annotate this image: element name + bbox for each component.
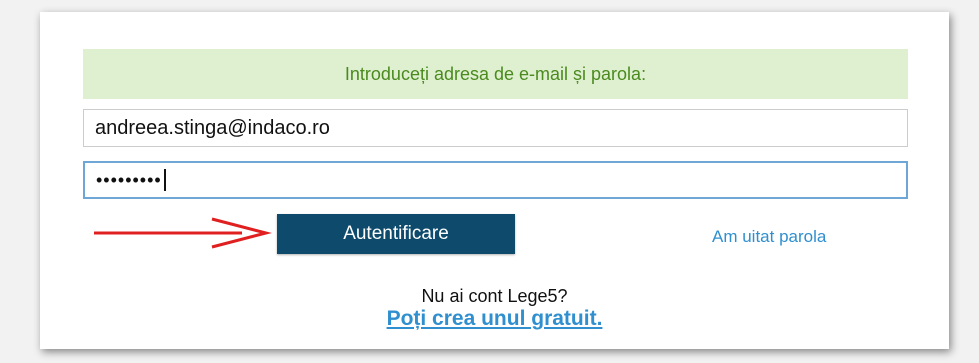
email-field[interactable]: andreea.stinga@indaco.ro [83,109,908,147]
instruction-text: Introduceți adresa de e-mail și parola: [344,63,647,84]
create-account-link[interactable]: Poți crea unul gratuit. [40,307,949,331]
login-button[interactable]: Autentificare [277,214,515,254]
no-account-text: Nu ai cont Lege5? [421,286,568,306]
right-arrow-icon [94,217,272,249]
login-button-label: Autentificare [343,223,449,244]
text-caret [163,169,166,191]
screenshot-stage: Introduceți adresa de e-mail și parola: … [0,0,979,363]
password-field[interactable]: ••••••••• [83,161,908,199]
instruction-banner: Introduceți adresa de e-mail și parola: [83,49,908,99]
forgot-password-link[interactable]: Am uitat parola [712,227,826,247]
password-mask: ••••••••• [96,169,162,190]
email-value: andreea.stinga@indaco.ro [95,116,330,139]
login-card: Introduceți adresa de e-mail și parola: … [40,12,949,349]
